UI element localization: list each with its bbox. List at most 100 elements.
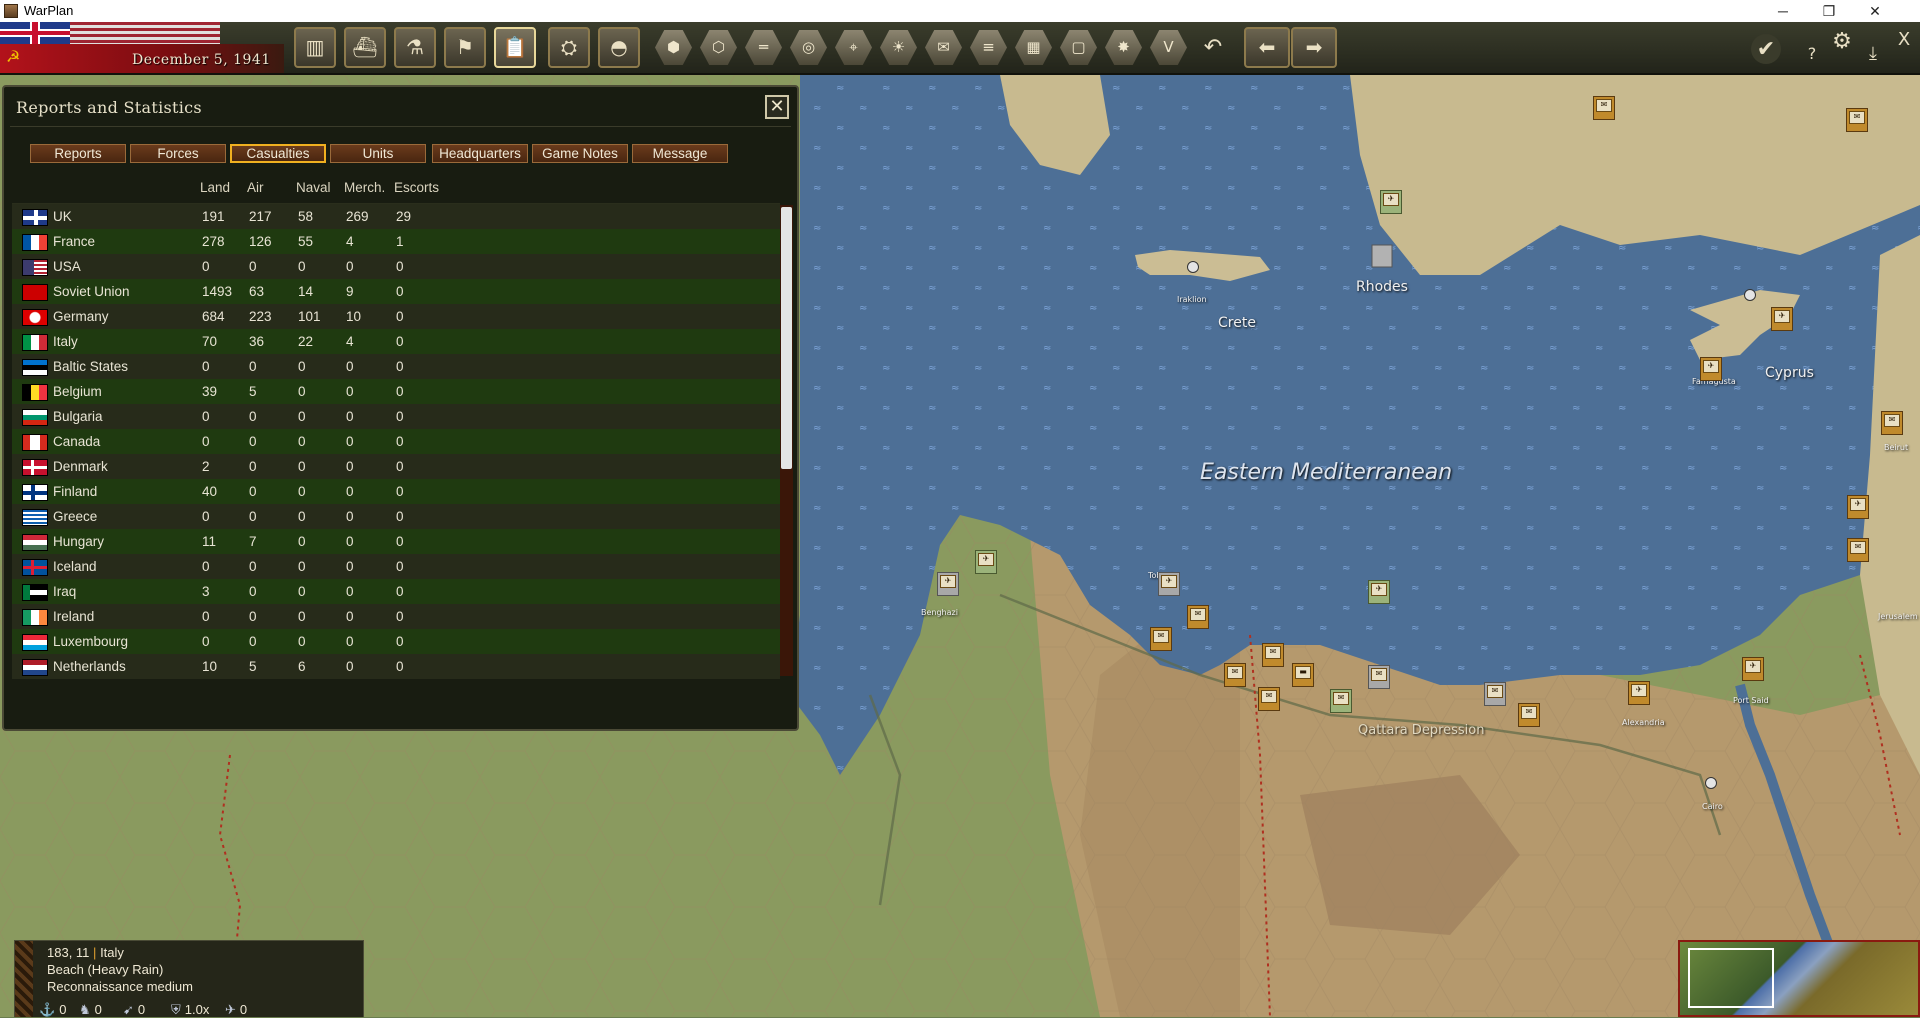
tab-reports[interactable]: Reports (30, 144, 126, 163)
table-row[interactable]: France 278 126 55 4 1 (12, 229, 780, 254)
tab-casualties[interactable]: Casualties (230, 144, 326, 163)
map-unit[interactable]: ✈ (1700, 357, 1722, 381)
next-unit-button[interactable]: ➡ (1291, 27, 1337, 68)
cell-air: 5 (249, 384, 257, 399)
tab-forces[interactable]: Forces (130, 144, 226, 163)
zoc-toggle[interactable]: ▦ (1015, 30, 1052, 65)
victory-toggle[interactable]: V (1150, 30, 1187, 65)
column-header-merch: Merch. (344, 180, 386, 195)
table-row[interactable]: USA 0 0 0 0 0 (12, 254, 780, 279)
table-row[interactable]: Netherlands 10 5 6 0 0 (12, 654, 780, 679)
road-toggle[interactable]: ≡ (970, 30, 1007, 65)
units-button[interactable]: ◓ (598, 27, 640, 68)
map-unit[interactable]: ▬ (1292, 663, 1314, 687)
table-row[interactable]: Finland 40 0 0 0 0 (12, 479, 780, 504)
map-unit[interactable]: ✉ (1847, 538, 1869, 562)
restore-button[interactable]: ❐ (1806, 0, 1852, 22)
table-row[interactable]: Soviet Union 1493 63 14 9 0 (12, 279, 780, 304)
map-unit[interactable]: ✉ (1150, 627, 1172, 651)
tab-headquarters[interactable]: Headquarters (432, 144, 528, 163)
map-unit[interactable]: ✈ (1771, 307, 1793, 331)
previous-unit-button[interactable]: ⬅ (1244, 27, 1290, 68)
minimap-viewport[interactable] (1688, 948, 1774, 1008)
diplomacy-button[interactable]: ⚑ (444, 27, 486, 68)
target-toggle[interactable]: ⌖ (835, 30, 872, 65)
cell-naval: 0 (298, 409, 306, 424)
crosshair-icon: ⌖ (849, 38, 858, 56)
tab-message[interactable]: Message (632, 144, 728, 163)
map-unit[interactable]: ✉ (1224, 663, 1246, 687)
table-row[interactable]: Luxembourg 0 0 0 0 0 (12, 629, 780, 654)
hex-grid-toggle[interactable]: ⬢ (655, 30, 692, 65)
map-unit[interactable]: ✉ (1593, 96, 1615, 120)
coins-icon: ◎ (801, 38, 816, 56)
tab-units[interactable]: Units (330, 144, 426, 163)
country-name: Netherlands (53, 659, 126, 674)
minimize-button[interactable]: ─ (1760, 0, 1806, 22)
table-row[interactable]: Germany 684 223 101 10 0 (12, 304, 780, 329)
map-unit[interactable]: ✉ (1262, 643, 1284, 667)
map-unit[interactable]: ✈ (1158, 572, 1180, 596)
reports-button[interactable]: 📋 (494, 27, 536, 68)
table-row[interactable]: Baltic States 0 0 0 0 0 (12, 354, 780, 379)
map-unit[interactable]: ✈ (1742, 657, 1764, 681)
table-row[interactable]: Greece 0 0 0 0 0 (12, 504, 780, 529)
v-icon: V (1163, 38, 1174, 56)
resources-toggle[interactable]: ◎ (790, 30, 827, 65)
undo-button[interactable]: ↶ (1197, 32, 1229, 64)
iq-flag-icon (22, 584, 48, 601)
ie-flag-icon (22, 609, 48, 626)
table-row[interactable]: Belgium 39 5 0 0 0 (12, 379, 780, 404)
cell-naval: 0 (298, 634, 306, 649)
map-unit[interactable]: ✉ (1881, 411, 1903, 435)
map-unit[interactable]: ✈ (1847, 495, 1869, 519)
settings-button[interactable]: ⚙ (1826, 26, 1858, 58)
table-scrollbar-thumb[interactable] (781, 207, 792, 469)
map-unit[interactable]: ✉ (1484, 682, 1506, 706)
minimap[interactable] (1678, 940, 1920, 1017)
map-unit[interactable]: ✉ (1846, 108, 1868, 132)
hex-supply-toggle[interactable]: ⬡ (700, 30, 737, 65)
cell-air: 63 (249, 284, 265, 299)
intelligence-button[interactable]: ⛭ (548, 27, 590, 68)
map-unit[interactable]: ✈ (1368, 580, 1390, 604)
map-unit[interactable]: ✉ (1368, 665, 1390, 689)
cell-escorts: 0 (396, 534, 404, 549)
production-button[interactable]: ▥ (294, 27, 336, 68)
table-row[interactable]: UK 191 217 58 269 29 (12, 204, 780, 229)
confirm-button[interactable]: ✔ (1751, 34, 1781, 64)
rail-toggle[interactable]: ═ (745, 30, 782, 65)
table-row[interactable]: Italy 70 36 22 4 0 (12, 329, 780, 354)
map-unit[interactable]: ✉ (1258, 687, 1280, 711)
transport-button[interactable]: ⛴ (344, 27, 386, 68)
panel-close-button[interactable]: ✕ (765, 95, 789, 119)
map-unit[interactable]: ✉ (1187, 605, 1209, 629)
cell-air: 0 (249, 484, 257, 499)
help-button[interactable]: ? (1796, 38, 1828, 70)
map-unit[interactable]: ✈ (1628, 681, 1650, 705)
map-unit[interactable]: ✈ (975, 550, 997, 574)
map-unit[interactable]: ✉ (1330, 689, 1352, 713)
map-unit[interactable]: ✈ (1380, 190, 1402, 214)
weather-toggle[interactable]: ☀ (880, 30, 917, 65)
window-close-button[interactable]: ✕ (1852, 0, 1898, 22)
table-row[interactable]: Hungary 11 7 0 0 0 (12, 529, 780, 554)
save-button[interactable]: ⤓ (1857, 38, 1889, 70)
table-row[interactable]: Bulgaria 0 0 0 0 0 (12, 404, 780, 429)
hq-toggle[interactable]: ✉ (925, 30, 962, 65)
dk-flag-icon (22, 459, 48, 476)
map-unit[interactable]: ✉ (1518, 703, 1540, 727)
cell-naval: 14 (298, 284, 314, 299)
table-row[interactable]: Iraq 3 0 0 0 0 (12, 579, 780, 604)
tab-game-notes[interactable]: Game Notes (532, 144, 628, 163)
table-row[interactable]: Canada 0 0 0 0 0 (12, 429, 780, 454)
table-row[interactable]: Ireland 0 0 0 0 0 (12, 604, 780, 629)
frame-toggle[interactable]: ▢ (1060, 30, 1097, 65)
table-row[interactable]: Iceland 0 0 0 0 0 (12, 554, 780, 579)
research-button[interactable]: ⚗ (394, 27, 436, 68)
exit-button[interactable]: X (1888, 24, 1920, 56)
table-row[interactable]: Denmark 2 0 0 0 0 (12, 454, 780, 479)
combat-toggle[interactable]: ✸ (1105, 30, 1142, 65)
map-unit[interactable]: ✈ (937, 572, 959, 596)
info-separator: | (93, 945, 97, 960)
